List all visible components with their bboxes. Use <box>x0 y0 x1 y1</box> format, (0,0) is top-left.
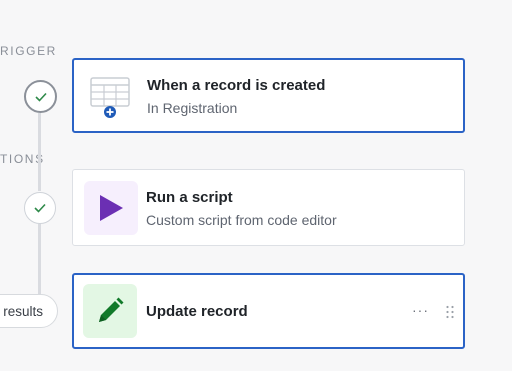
run-script-card[interactable]: Run a script Custom script from code edi… <box>72 169 465 246</box>
update-record-tile <box>83 284 137 338</box>
results-pill-label: results <box>3 303 43 319</box>
pencil-icon <box>99 297 124 322</box>
update-record-card[interactable]: Update record ··· <box>72 273 465 349</box>
update-record-title: Update record <box>146 303 248 320</box>
trigger-section-label: RIGGER <box>0 44 57 58</box>
trigger-status-node <box>24 80 57 113</box>
check-icon <box>34 203 46 213</box>
trigger-card[interactable]: When a record is created In Registration <box>72 58 465 133</box>
run-script-title: Run a script <box>146 189 233 206</box>
trigger-subtitle: In Registration <box>147 100 238 116</box>
action-status-node <box>24 192 56 224</box>
flow-rail-top <box>38 113 41 191</box>
results-pill[interactable]: results <box>0 294 58 328</box>
more-options-button[interactable]: ··· <box>412 302 429 318</box>
run-script-subtitle: Custom script from code editor <box>146 212 337 228</box>
drag-handle-icon[interactable] <box>446 305 454 324</box>
play-icon <box>100 195 123 221</box>
run-script-tile <box>84 181 138 235</box>
trigger-title: When a record is created <box>147 77 326 94</box>
flow-rail-bottom <box>38 224 41 294</box>
table-add-icon <box>90 76 132 120</box>
check-icon <box>34 92 47 102</box>
